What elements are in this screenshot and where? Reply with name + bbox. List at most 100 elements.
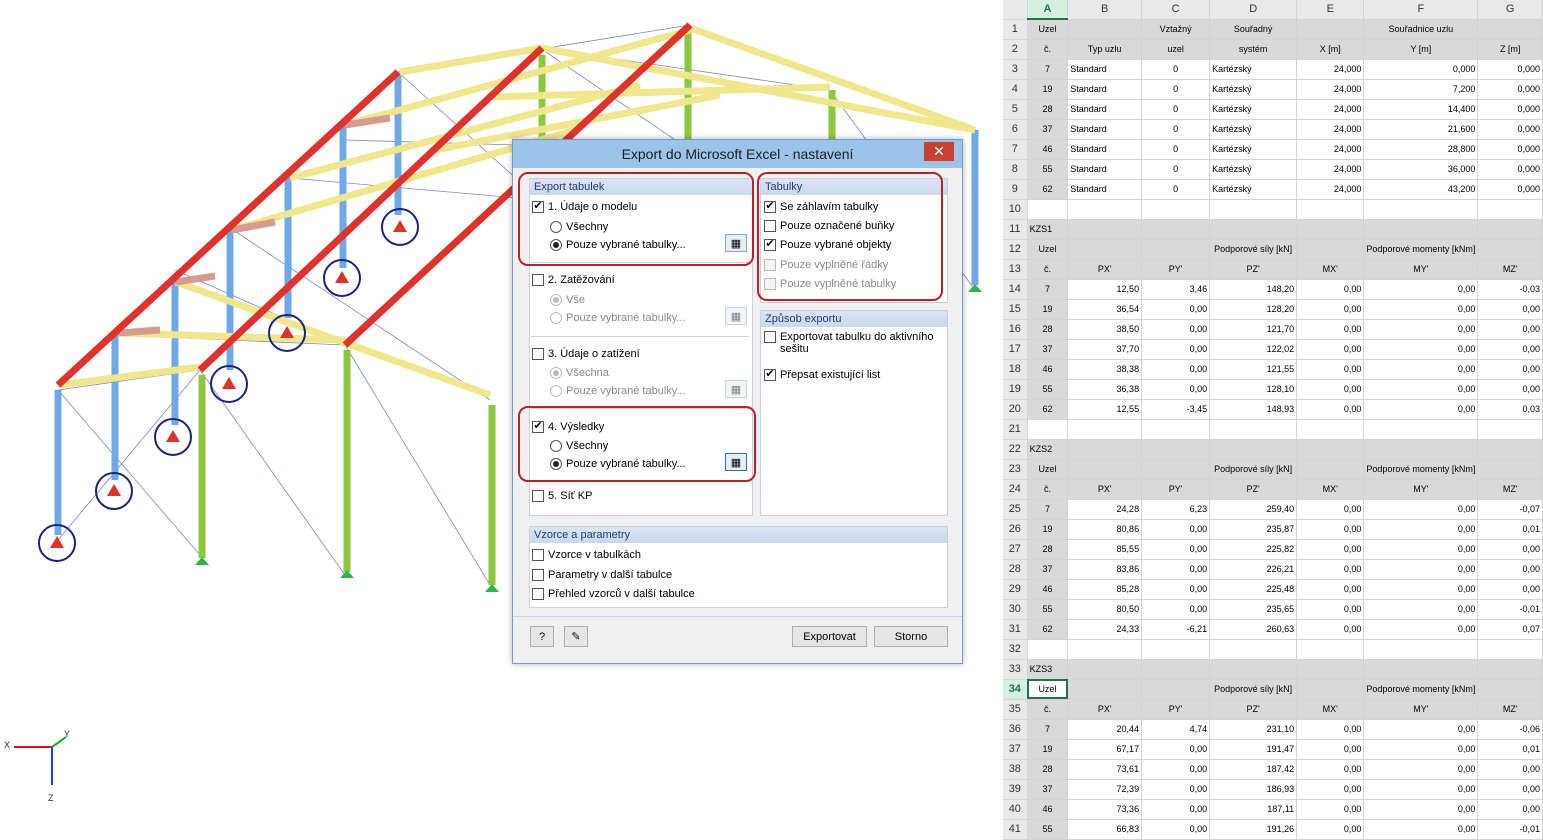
cell[interactable]: 7 (1027, 719, 1069, 740)
cell[interactable]: 36,54 (1067, 299, 1143, 320)
cell[interactable]: 0,00 (1363, 799, 1479, 820)
export-button[interactable]: Exportovat (792, 626, 867, 647)
row-header[interactable]: 6 (1003, 119, 1028, 140)
cell[interactable]: MX' (1296, 699, 1365, 720)
cell[interactable]: 0,00 (1296, 739, 1365, 760)
cell[interactable]: 46 (1027, 359, 1069, 380)
cell[interactable]: 0,00 (1141, 799, 1211, 820)
cell[interactable]: 0,00 (1296, 819, 1365, 840)
row-header[interactable]: 22 (1003, 439, 1028, 460)
cell[interactable]: č. (1027, 259, 1069, 280)
cell[interactable]: 6,23 (1141, 499, 1211, 520)
cell[interactable] (1067, 659, 1143, 680)
cell[interactable]: 24,000 (1296, 59, 1365, 80)
cell[interactable]: MY' (1363, 699, 1479, 720)
cell[interactable]: 7 (1027, 499, 1069, 520)
row-header[interactable]: 26 (1003, 519, 1028, 540)
cell[interactable]: 0,00 (1477, 779, 1543, 800)
row-header[interactable]: 30 (1003, 599, 1028, 620)
cell[interactable]: MY' (1363, 479, 1479, 500)
cell[interactable]: 0 (1141, 179, 1211, 200)
cell[interactable]: 0,00 (1363, 379, 1479, 400)
row-header[interactable]: 23 (1003, 459, 1028, 480)
cell[interactable]: Standard (1067, 159, 1143, 180)
overwrite-sheet-checkbox[interactable]: ✔ Přepsat existující list (764, 366, 880, 383)
cancel-button[interactable]: Storno (874, 626, 948, 647)
row-header[interactable]: 33 (1003, 659, 1028, 680)
cell[interactable]: MZ' (1477, 259, 1543, 280)
column-header[interactable]: E (1296, 0, 1365, 20)
cell[interactable]: 0,00 (1477, 579, 1543, 600)
cell[interactable]: 80,86 (1067, 519, 1143, 540)
cell[interactable]: Podporové síly [kN] (1209, 679, 1298, 700)
excel-sheet[interactable]: A B C D E F G 1 Uzel Vztažný Souřadný Souřadnice uz… (1003, 0, 1543, 840)
cell[interactable]: č. (1027, 39, 1069, 60)
cell[interactable]: 0,00 (1141, 739, 1211, 760)
cell[interactable] (1363, 639, 1479, 660)
cell[interactable] (1477, 459, 1543, 480)
cell[interactable]: 0,00 (1296, 399, 1365, 420)
cell[interactable]: PY' (1141, 699, 1211, 720)
cell[interactable]: 36,000 (1363, 159, 1479, 180)
cell[interactable]: 0,00 (1141, 339, 1211, 360)
cell[interactable]: 62 (1027, 399, 1069, 420)
cell[interactable] (1296, 439, 1365, 460)
row-header[interactable]: 31 (1003, 619, 1028, 640)
cell[interactable]: 0,00 (1296, 559, 1365, 580)
cell[interactable]: 260,63 (1209, 619, 1298, 640)
cell[interactable]: Kartézský (1209, 139, 1298, 160)
cell[interactable]: 46 (1027, 799, 1069, 820)
cell[interactable] (1141, 199, 1211, 220)
cell[interactable]: 0,00 (1477, 319, 1543, 340)
cell[interactable]: 19 (1027, 79, 1069, 100)
cell[interactable]: Uzel (1027, 459, 1069, 480)
column-header[interactable]: B (1067, 0, 1143, 20)
cell[interactable]: 0,00 (1296, 339, 1365, 360)
cell[interactable] (1067, 199, 1143, 220)
cell[interactable]: 0,000 (1477, 79, 1543, 100)
cell[interactable] (1067, 459, 1143, 480)
formula-overview-checkbox[interactable]: Přehled vzorců v další tabulce (532, 585, 695, 602)
cell[interactable]: 37 (1027, 779, 1069, 800)
cell[interactable]: 0,00 (1477, 339, 1543, 360)
cell[interactable]: 85,28 (1067, 579, 1143, 600)
row-header[interactable]: 16 (1003, 319, 1028, 340)
cell[interactable]: 128,20 (1209, 299, 1298, 320)
cell[interactable]: Standard (1067, 79, 1143, 100)
cell[interactable] (1296, 659, 1365, 680)
cell[interactable] (1363, 419, 1479, 440)
cell[interactable] (1067, 419, 1143, 440)
row-header[interactable]: 7 (1003, 139, 1028, 160)
row-header[interactable]: 3 (1003, 59, 1028, 80)
cell[interactable]: 0,00 (1296, 519, 1365, 540)
cell[interactable] (1296, 239, 1365, 260)
cell[interactable]: 72,39 (1067, 779, 1143, 800)
cell[interactable]: 46 (1027, 139, 1069, 160)
cell[interactable]: 24,000 (1296, 99, 1365, 120)
cell[interactable]: 0,00 (1296, 279, 1365, 300)
cell[interactable]: 0,000 (1477, 59, 1543, 80)
row-header[interactable]: 34 (1003, 679, 1028, 700)
cell[interactable]: 0,00 (1363, 339, 1479, 360)
row-header[interactable]: 24 (1003, 479, 1028, 500)
cell[interactable]: 0 (1141, 79, 1211, 100)
cell[interactable]: 0,000 (1477, 159, 1543, 180)
cell[interactable]: 0,00 (1477, 539, 1543, 560)
cell[interactable]: 0,00 (1141, 539, 1211, 560)
cell[interactable]: 19 (1027, 299, 1069, 320)
row-header[interactable]: 39 (1003, 779, 1028, 800)
cell[interactable]: -0,01 (1477, 819, 1543, 840)
cell[interactable]: 0 (1141, 119, 1211, 140)
cell[interactable]: 28 (1027, 319, 1069, 340)
cell[interactable]: 7 (1027, 279, 1069, 300)
cell[interactable]: 0,00 (1363, 559, 1479, 580)
cell[interactable] (1141, 659, 1211, 680)
cell[interactable]: 0,00 (1296, 579, 1365, 600)
cell[interactable]: 28,800 (1363, 139, 1479, 160)
cell[interactable]: 62 (1027, 619, 1069, 640)
cell[interactable]: 73,61 (1067, 759, 1143, 780)
loading-checkbox[interactable]: 2. Zatěžování (532, 271, 615, 288)
cell[interactable]: 66,83 (1067, 819, 1143, 840)
row-header[interactable]: 41 (1003, 819, 1028, 840)
cell[interactable] (1477, 639, 1543, 660)
